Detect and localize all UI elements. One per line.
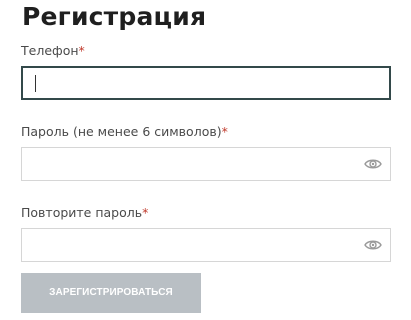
phone-label-text: Телефон	[21, 43, 79, 58]
register-button[interactable]: ЗАРЕГИСТРИРОВАТЬСЯ	[21, 273, 201, 313]
password-input[interactable]	[21, 147, 391, 181]
phone-label: Телефон*	[21, 43, 85, 59]
text-caret	[35, 75, 36, 92]
password-repeat-input[interactable]	[21, 228, 391, 262]
page-title: Регистрация	[22, 2, 207, 31]
password-label: Пароль (не менее 6 символов)*	[21, 124, 228, 140]
registration-page: Регистрация Телефон* Пароль (не менее 6 …	[0, 0, 411, 320]
password-repeat-label: Повторите пароль*	[21, 205, 148, 221]
required-mark: *	[78, 43, 85, 58]
phone-input[interactable]	[21, 66, 391, 100]
password-label-text: Пароль (не менее 6 символов)	[21, 124, 222, 139]
required-mark: *	[142, 205, 149, 220]
required-mark: *	[221, 124, 228, 139]
eye-icon[interactable]	[364, 237, 382, 253]
password-repeat-label-text: Повторите пароль	[21, 205, 143, 220]
eye-icon[interactable]	[364, 156, 382, 172]
